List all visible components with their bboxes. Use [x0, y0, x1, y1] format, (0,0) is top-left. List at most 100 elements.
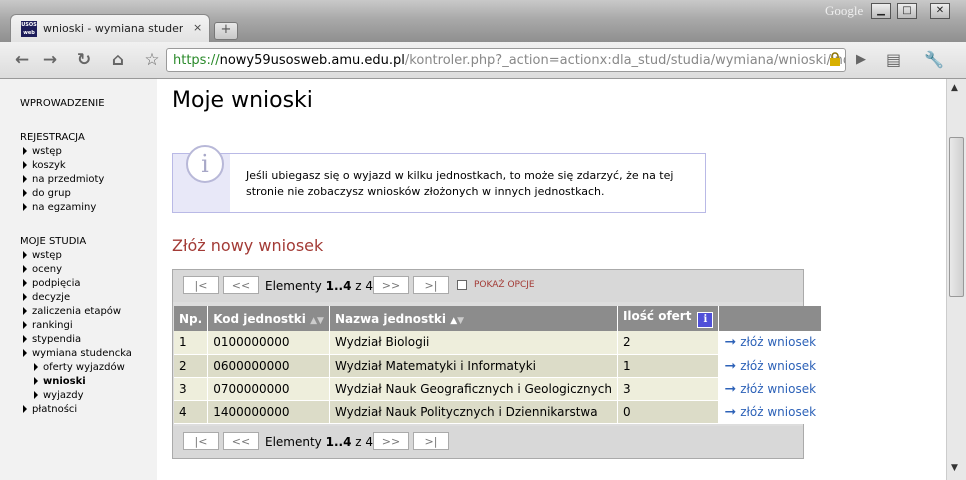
minimize-button[interactable]: ▁ — [871, 3, 891, 19]
info-icon[interactable]: i — [697, 312, 714, 328]
arrow-right-icon — [23, 203, 27, 211]
info-notice: i Jeśli ubiegasz się o wyjazd w kilku je… — [172, 145, 706, 213]
vertical-scrollbar[interactable]: ▲ ▼ — [946, 79, 966, 480]
home-icon[interactable]: ⌂ — [106, 49, 130, 71]
pager-info: Elementy 1..4 z 4 — [265, 435, 374, 449]
sort-arrows-icon[interactable]: ▲▼ — [450, 316, 464, 326]
arrow-right-icon[interactable]: ➞ — [724, 358, 736, 374]
table-row: 2 0600000000 Wydział Matematyki i Inform… — [174, 354, 823, 378]
sidebar-item-na-egzaminy[interactable]: na egzaminy — [23, 202, 96, 213]
maximize-button[interactable]: □ — [897, 3, 917, 19]
cell-kod: 1400000000 — [207, 400, 330, 424]
sidebar-menu: WPROWADZENIE REJESTRACJA wstęp koszyk na… — [0, 79, 157, 480]
url-scheme: https:// — [173, 53, 220, 68]
scrollbar-thumb[interactable] — [949, 137, 964, 297]
cell-kod: 0100000000 — [207, 331, 330, 355]
pager-info: Elementy 1..4 z 4 — [265, 279, 374, 293]
cell-action: ➞ złóż wniosek — [718, 377, 823, 401]
browser-tab[interactable]: USOS web wnioski - wymiana studenc... × — [10, 14, 210, 42]
sidebar-item-rej-wstep[interactable]: wstęp — [23, 146, 62, 157]
web-page: WPROWADZENIE REJESTRACJA wstęp koszyk na… — [0, 79, 946, 480]
sidebar-item-ms-wstep[interactable]: wstęp — [23, 250, 62, 261]
sidebar-item-platnosci[interactable]: płatności — [23, 404, 77, 415]
arrow-right-icon — [23, 189, 27, 197]
info-text: Jeśli ubiegasz się o wyjazd w kilku jedn… — [246, 169, 674, 198]
submit-application-link[interactable]: złóż wniosek — [740, 359, 816, 373]
star-bookmark-icon[interactable]: ☆ — [140, 49, 164, 71]
forward-arrow-icon[interactable]: → — [38, 49, 62, 71]
column-header-ilosc: Ilość ofert i — [617, 306, 720, 331]
new-tab-button[interactable]: + — [214, 22, 238, 40]
scroll-down-icon[interactable]: ▼ — [951, 463, 958, 473]
cell-nazwa: Wydział Nauk Politycznych i Dziennikarst… — [329, 400, 618, 424]
table-row: 3 0700000000 Wydział Nauk Geograficznych… — [174, 377, 823, 401]
sidebar-item-oceny[interactable]: oceny — [23, 264, 62, 275]
pager-last-button[interactable]: >| — [413, 276, 449, 294]
scroll-up-icon[interactable]: ▲ — [951, 83, 958, 93]
column-header-nazwa[interactable]: Nazwa jednostki ▲▼ — [329, 306, 618, 331]
url-path: /kontroler.php?_action=actionx:dla_stud/… — [404, 53, 846, 68]
cell-kod: 0600000000 — [207, 354, 330, 378]
arrow-right-icon[interactable]: ➞ — [724, 334, 736, 350]
cell-ilosc: 2 — [617, 331, 720, 355]
sidebar-item-decyzje[interactable]: decyzje — [23, 292, 70, 303]
cell-ilosc: 1 — [617, 354, 720, 378]
applications-table: Np. Kod jednostki ▲▼ Nazwa jednostki ▲▼ … — [174, 306, 823, 424]
column-header-kod[interactable]: Kod jednostki ▲▼ — [207, 306, 330, 331]
address-bar[interactable]: https://nowy59usosweb.amu.edu.pl/kontrol… — [166, 48, 846, 72]
cell-np: 3 — [174, 377, 209, 401]
sidebar-item-zaliczenia[interactable]: zaliczenia etapów — [23, 306, 121, 317]
pager-bottom: |< << Elementy 1..4 z 4 >> >| — [173, 426, 803, 458]
sidebar-item-wymiana[interactable]: wymiana studencka — [23, 348, 132, 359]
cell-nazwa: Wydział Matematyki i Informatyki — [329, 354, 618, 378]
pager-last-button[interactable]: >| — [413, 432, 449, 450]
sidebar-item-koszyk[interactable]: koszyk — [23, 160, 66, 171]
sort-arrows-icon[interactable]: ▲▼ — [310, 316, 324, 326]
pager-next-button[interactable]: >> — [373, 432, 409, 450]
reload-icon[interactable]: ↻ — [72, 49, 96, 71]
arrow-right-icon — [23, 293, 27, 301]
go-icon[interactable]: ▶ — [856, 52, 866, 67]
arrow-right-icon — [23, 405, 27, 413]
cell-ilosc: 0 — [617, 400, 720, 424]
arrow-right-icon[interactable]: ➞ — [724, 381, 736, 397]
pager-next-button[interactable]: >> — [373, 276, 409, 294]
sidebar-item-rankingi[interactable]: rankingi — [23, 320, 73, 331]
cell-action: ➞ złóż wniosek — [718, 400, 823, 424]
sidebar-link-wprowadzenie[interactable]: WPROWADZENIE — [20, 98, 105, 109]
arrow-right-icon — [34, 391, 38, 399]
cell-nazwa: Wydział Nauk Geograficznych i Geologiczn… — [329, 377, 618, 401]
tab-close-icon[interactable]: × — [193, 21, 202, 34]
pager-first-button[interactable]: |< — [183, 432, 219, 450]
show-options-label[interactable]: POKAŻ OPCJE — [474, 280, 535, 290]
sidebar-item-stypendia[interactable]: stypendia — [23, 334, 81, 345]
cell-np: 4 — [174, 400, 209, 424]
pager-first-button[interactable]: |< — [183, 276, 219, 294]
arrow-right-icon[interactable]: ➞ — [724, 404, 736, 420]
submit-application-link[interactable]: złóż wniosek — [740, 335, 816, 349]
pager-prev-button[interactable]: << — [223, 276, 259, 294]
submit-application-link[interactable]: złóż wniosek — [740, 405, 816, 419]
page-menu-icon[interactable]: ▤ — [886, 50, 901, 69]
sidebar-item-oferty-wyjazdow[interactable]: oferty wyjazdów — [34, 362, 125, 373]
sidebar-item-wnioski[interactable]: wnioski — [34, 376, 86, 387]
pager-prev-button[interactable]: << — [223, 432, 259, 450]
url-host: nowy59usosweb.amu.edu.pl — [219, 53, 405, 68]
close-window-button[interactable]: ✕ — [930, 3, 950, 19]
sidebar-item-na-przedmioty[interactable]: na przedmioty — [23, 174, 104, 185]
sidebar-item-do-grup[interactable]: do grup — [23, 188, 71, 199]
sidebar-section-rejestracja[interactable]: REJESTRACJA — [20, 132, 85, 143]
arrow-right-icon — [34, 377, 38, 385]
sidebar-section-moje-studia[interactable]: MOJE STUDIA — [20, 236, 86, 247]
table-row: 1 0100000000 Wydział Biologii 2 ➞ złóż wn… — [174, 331, 823, 355]
submit-application-link[interactable]: złóż wniosek — [740, 382, 816, 396]
column-header-action — [718, 306, 823, 331]
arrow-right-icon — [23, 335, 27, 343]
sidebar-item-podpiecia[interactable]: podpięcia — [23, 278, 81, 289]
title-bar: USOS web wnioski - wymiana studenc... × … — [0, 0, 966, 42]
back-arrow-icon[interactable]: ← — [10, 49, 34, 71]
sidebar-item-wyjazdy[interactable]: wyjazdy — [34, 390, 84, 401]
show-options-checkbox[interactable] — [457, 280, 467, 290]
wrench-tools-icon[interactable]: 🔧 — [924, 50, 944, 69]
cell-np: 1 — [174, 331, 209, 355]
